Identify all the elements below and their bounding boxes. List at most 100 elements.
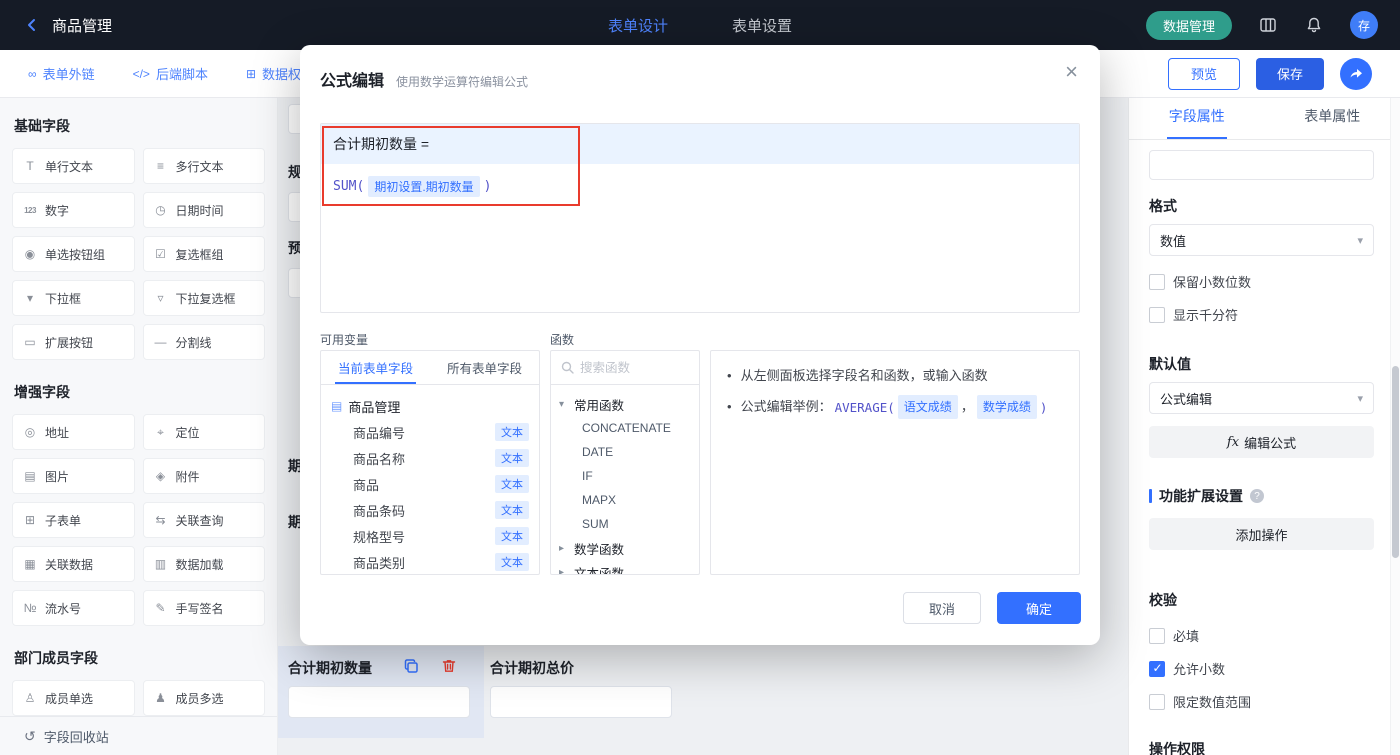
total-initial-price-input[interactable] — [490, 686, 672, 718]
field-datetime[interactable]: ◷ 日期时间 — [142, 192, 265, 228]
field-label-total-initial-price: 合计期初总价 — [490, 660, 574, 676]
field-data-load[interactable]: ▥ 数据加载 — [142, 546, 265, 582]
function-item[interactable]: DATE — [559, 440, 691, 464]
field-location[interactable]: ⌖ 定位 — [142, 414, 265, 450]
field-linked-query[interactable]: ⇆ 关联查询 — [142, 502, 265, 538]
data-manage-button[interactable]: 数据管理 — [1145, 10, 1232, 40]
variable-item[interactable]: 商品条码 文本 — [331, 497, 529, 523]
variable-item[interactable]: 商品类别 文本 — [331, 549, 529, 574]
example-separator: ， — [960, 399, 974, 415]
close-icon[interactable]: × — [1065, 61, 1078, 83]
function-group-text[interactable]: ▸ 文本函数 — [559, 560, 691, 575]
field-multi-dropdown[interactable]: ▿ 下拉复选框 — [142, 280, 265, 316]
backend-script-link[interactable]: </> 后端脚本 — [133, 64, 208, 83]
default-value-select[interactable]: 公式编辑 ▾ — [1149, 382, 1374, 414]
tab-form-design[interactable]: 表单设计 — [608, 15, 668, 36]
add-action-button[interactable]: 添加操作 — [1149, 518, 1374, 550]
share-icon[interactable] — [1340, 57, 1372, 90]
variable-tree-root[interactable]: ▤ 商品管理 — [331, 393, 529, 419]
back-icon[interactable] — [22, 15, 42, 35]
variable-item[interactable]: 商品编号 文本 — [331, 419, 529, 445]
preview-button[interactable]: 预览 — [1168, 57, 1240, 90]
avatar[interactable]: 存 — [1350, 11, 1378, 39]
formula-editor-area[interactable]: 合计期初数量 = SUM( 期初设置.期初数量 ) — [320, 123, 1080, 313]
variable-item[interactable]: 商品 文本 — [331, 471, 529, 497]
function-item[interactable]: IF — [559, 464, 691, 488]
scrollbar-thumb[interactable] — [1392, 366, 1399, 558]
form-external-link[interactable]: ∞ 表单外链 — [28, 64, 95, 83]
field-single-line-text[interactable]: T 单行文本 — [12, 148, 135, 184]
field-address[interactable]: ◎ 地址 — [12, 414, 135, 450]
field-checkbox-group[interactable]: ☑ 复选框组 — [142, 236, 265, 272]
field-image[interactable]: ▤ 图片 — [12, 458, 135, 494]
help-icon[interactable]: ? — [1250, 489, 1264, 503]
field-linked-data[interactable]: ▦ 关联数据 — [12, 546, 135, 582]
tab-current-form-fields[interactable]: 当前表单字段 — [321, 351, 430, 384]
topbar-nav: 表单设计 表单设置 — [608, 0, 792, 50]
copy-field-icon[interactable] — [402, 657, 420, 675]
tab-form-properties[interactable]: 表单属性 — [1265, 98, 1400, 139]
variable-item[interactable]: 规格型号 文本 — [331, 523, 529, 549]
image-icon: ▤ — [24, 469, 36, 483]
field-extend-button[interactable]: ▭ 扩展按钮 — [12, 324, 135, 360]
format-label: 格式 — [1149, 198, 1177, 214]
tab-form-settings[interactable]: 表单设置 — [732, 15, 792, 36]
chevron-down-icon: ▾ — [559, 398, 565, 410]
default-value-label: 默认值 — [1149, 356, 1191, 372]
tab-field-properties[interactable]: 字段属性 — [1129, 98, 1265, 139]
linked-data-icon: ▦ — [24, 557, 36, 571]
field-subform[interactable]: ⊞ 子表单 — [12, 502, 135, 538]
format-select[interactable]: 数值 ▾ — [1149, 224, 1374, 256]
save-button[interactable]: 保存 — [1256, 57, 1324, 90]
checkbox-keep-decimals[interactable]: 保留小数位数 — [1149, 272, 1374, 291]
formula-variable-tag[interactable]: 期初设置.期初数量 — [368, 176, 480, 197]
checkbox-icon — [1149, 306, 1165, 323]
field-divider[interactable]: — 分割线 — [142, 324, 265, 360]
field-dropdown[interactable]: ▾ 下拉框 — [12, 280, 135, 316]
example-variable-tag: 语文成绩 — [897, 395, 958, 420]
function-item[interactable]: SUM — [559, 512, 691, 536]
field-number[interactable]: 123 数字 — [12, 192, 135, 228]
field-multi-line-text[interactable]: ≡ 多行文本 — [142, 148, 265, 184]
field-name-input[interactable] — [1149, 150, 1374, 180]
total-initial-qty-input[interactable] — [288, 686, 470, 718]
field-type-badge: 文本 — [495, 501, 529, 519]
permission-icon: ⊞ — [245, 66, 257, 81]
field-serial-number[interactable]: № 流水号 — [12, 590, 135, 626]
location-icon: ⌖ — [157, 424, 164, 439]
field-member-single[interactable]: ♙ 成员单选 — [12, 680, 135, 716]
confirm-button[interactable]: 确定 — [997, 592, 1081, 624]
checkbox-thousand-separator[interactable]: 显示千分符 — [1149, 305, 1374, 324]
checkbox-allow-decimals[interactable]: 允许小数 — [1149, 659, 1374, 678]
form-doc-icon: ▤ — [331, 399, 343, 413]
selected-field-total-initial-qty[interactable]: 合计期初数量 — [278, 646, 484, 738]
field-member-multi[interactable]: ♟ 成员多选 — [142, 680, 265, 716]
divider-icon: — — [154, 335, 167, 349]
checkbox-limit-range[interactable]: 限定数值范围 — [1149, 692, 1374, 711]
section-member-fields: 部门成员字段 — [14, 650, 98, 666]
field-recycle-bin[interactable]: ↺ 字段回收站 — [0, 716, 277, 755]
edit-formula-button[interactable]: fx 编辑公式 — [1149, 426, 1374, 458]
field-attachment[interactable]: ◈ 附件 — [142, 458, 265, 494]
delete-field-icon[interactable] — [440, 657, 458, 675]
chevron-down-icon: ▾ — [1357, 392, 1363, 405]
function-search-input[interactable] — [580, 360, 680, 375]
function-item[interactable]: CONCATENATE — [559, 416, 691, 440]
variable-item[interactable]: 商品名称 文本 — [331, 445, 529, 471]
signature-icon: ✎ — [155, 601, 166, 615]
checkbox-required[interactable]: 必填 — [1149, 626, 1374, 645]
notifications-icon[interactable] — [1304, 15, 1324, 35]
function-item[interactable]: MAPX — [559, 488, 691, 512]
subform-icon: ⊞ — [24, 513, 36, 527]
multi-dropdown-icon: ▿ — [157, 291, 164, 305]
data-permission-link[interactable]: ⊞ 数据权 — [246, 64, 301, 83]
permission-label: 操作权限 — [1149, 741, 1205, 755]
tab-all-form-fields[interactable]: 所有表单字段 — [430, 351, 539, 384]
function-group-math[interactable]: ▸ 数学函数 — [559, 536, 691, 560]
apps-icon[interactable] — [1258, 15, 1278, 35]
field-radio-group[interactable]: ◉ 单选按钮组 — [12, 236, 135, 272]
function-group-common[interactable]: ▾ 常用函数 — [559, 392, 691, 416]
cancel-button[interactable]: 取消 — [903, 592, 981, 624]
scrollbar-track[interactable] — [1390, 98, 1400, 755]
field-signature[interactable]: ✎ 手写签名 — [142, 590, 265, 626]
